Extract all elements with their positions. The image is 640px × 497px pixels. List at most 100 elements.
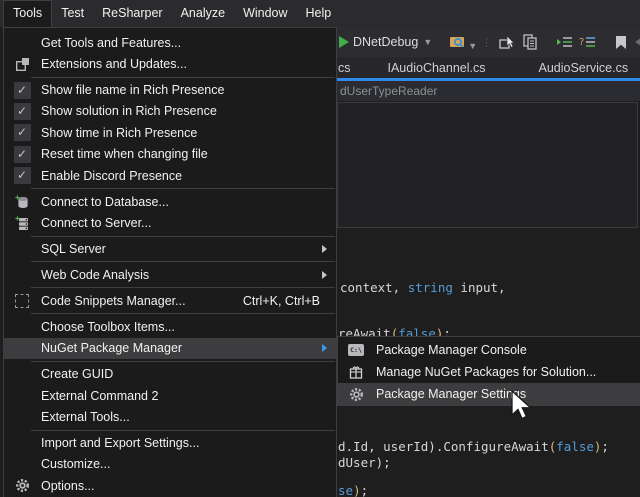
breadcrumb[interactable]: dUserTypeReader: [337, 81, 640, 101]
console-icon: C:\: [344, 344, 368, 356]
code-segment: ;: [361, 483, 369, 497]
check-icon: ✓: [10, 124, 34, 141]
server-icon: +: [10, 215, 34, 231]
menu-item-label: SQL Server: [41, 242, 106, 256]
code-segment: ;: [601, 439, 609, 454]
menu-item-create-guid[interactable]: Create GUID: [4, 364, 336, 385]
menu-item-choose-toolbox-items[interactable]: Choose Toolbox Items...: [4, 316, 336, 337]
menu-item-label: Create GUID: [41, 367, 113, 381]
nuget-submenu: C:\ Package Manager Console Manage NuGet P…: [337, 336, 640, 406]
code-line: dUser);: [338, 455, 391, 470]
menu-separator: [31, 236, 335, 237]
code-segment: d.Id, userId).ConfigureAwait: [338, 439, 549, 454]
menu-item-connect-to-server[interactable]: +Connect to Server...: [4, 212, 336, 233]
svg-text:+: +: [15, 215, 20, 223]
menu-item-label: Customize...: [41, 457, 110, 471]
menu-item-connect-to-database[interactable]: + Connect to Database...: [4, 191, 336, 212]
check-icon: ✓: [10, 103, 34, 120]
submenu-arrow-icon: [322, 245, 327, 253]
svg-text:+: +: [15, 194, 20, 202]
menu-item-label: Connect to Database...: [41, 195, 169, 209]
menu-item-web-code-analysis[interactable]: Web Code Analysis: [4, 264, 336, 285]
menu-item-code-snippets-manager[interactable]: Code Snippets Manager... Ctrl+K, Ctrl+B: [4, 290, 336, 311]
menu-item-enable-discord-presence[interactable]: ✓Enable Discord Presence: [4, 165, 336, 186]
tools-menu: Get Tools and Features... Extensions and …: [3, 27, 337, 497]
snippets-icon: [10, 294, 34, 308]
menu-separator: [31, 430, 335, 431]
menubar-item-resharper[interactable]: ReSharper: [93, 0, 171, 27]
menu-item-sql-server[interactable]: SQL Server: [4, 238, 336, 259]
format-lines-icon[interactable]: ?: [579, 35, 596, 49]
chevron-down-icon[interactable]: ▼: [468, 41, 477, 51]
menu-item-nuget-package-manager[interactable]: NuGet Package Manager: [4, 338, 336, 359]
menu-item-package-manager-console[interactable]: C:\ Package Manager Console: [338, 339, 640, 361]
menu-item-customize[interactable]: Customize...: [4, 454, 336, 475]
menubar-item-window[interactable]: Window: [234, 0, 296, 27]
menubar-item-help[interactable]: Help: [297, 0, 341, 27]
breadcrumb-label: dUserTypeReader: [340, 84, 437, 98]
menu-item-label: Show file name in Rich Presence: [41, 83, 224, 97]
code-line: context, string input,: [340, 280, 506, 295]
menu-item-label: External Tools...: [41, 410, 130, 424]
toolbar: DNetDebug ▼ ▼ ⋮ ?: [337, 27, 640, 57]
menu-separator: [31, 77, 335, 78]
menu-item-get-tools-and-features[interactable]: Get Tools and Features...: [4, 32, 336, 53]
menu-item-label: Package Manager Console: [376, 343, 527, 357]
code-segment: se: [338, 483, 353, 497]
code-segment: dUser);: [338, 455, 391, 470]
copy-icon[interactable]: [522, 34, 538, 50]
tab-cs[interactable]: cs: [338, 61, 351, 75]
menu-item-package-manager-settings[interactable]: Package Manager Settings: [338, 383, 640, 405]
menu-item-show-time-in-rich-presence[interactable]: ✓Show time in Rich Presence: [4, 122, 336, 143]
menu-item-shortcut: Ctrl+K, Ctrl+B: [243, 294, 320, 308]
menu-item-label: Import and Export Settings...: [41, 436, 199, 450]
menu-item-options[interactable]: Options...: [4, 475, 336, 496]
menu-item-label: Options...: [41, 479, 95, 493]
indent-lines-icon[interactable]: [556, 35, 573, 49]
menu-item-extensions-and-updates[interactable]: Extensions and Updates...: [4, 53, 336, 74]
menu-item-label: Reset time when changing file: [41, 147, 208, 161]
menu-item-label: Code Snippets Manager...: [41, 294, 186, 308]
menubar-item-test[interactable]: Test: [52, 0, 93, 27]
menubar: ToolsTestReSharperAnalyzeWindowHelp: [0, 0, 640, 27]
code-segment: string: [408, 280, 453, 295]
editor-panel: [337, 102, 638, 228]
run-config-dropdown[interactable]: DNetDebug ▼: [353, 35, 432, 49]
menu-item-external-tools[interactable]: External Tools...: [4, 406, 336, 427]
menu-item-show-file-name-in-rich-presence[interactable]: ✓Show file name in Rich Presence: [4, 79, 336, 100]
tab-audioservice-cs[interactable]: AudioService.cs: [538, 61, 628, 75]
menu-item-label: NuGet Package Manager: [41, 341, 182, 355]
submenu-arrow-icon: [322, 344, 327, 352]
toolbar-grip[interactable]: ⋮: [481, 36, 492, 49]
editor[interactable]: [337, 101, 640, 497]
menu-separator: [31, 261, 335, 262]
menu-item-label: Manage NuGet Packages for Solution...: [376, 365, 596, 379]
menu-item-label: Get Tools and Features...: [41, 36, 181, 50]
submenu-arrow-icon: [322, 271, 327, 279]
menubar-item-tools[interactable]: Tools: [3, 0, 52, 27]
tab-iaudiochannel-cs[interactable]: IAudioChannel.cs: [388, 61, 486, 75]
menu-item-label: External Command 2: [41, 389, 158, 403]
menu-item-import-and-export-settings[interactable]: Import and Export Settings...: [4, 432, 336, 453]
vs-window: ToolsTestReSharperAnalyzeWindowHelp DNet…: [0, 0, 640, 497]
navigate-cursor-icon[interactable]: [499, 35, 516, 50]
prev-bookmark-icon[interactable]: [634, 35, 640, 50]
menu-separator: [31, 313, 335, 314]
gear-icon: [10, 478, 34, 493]
run-icon[interactable]: [339, 36, 349, 48]
chevron-down-icon: ▼: [423, 37, 432, 47]
menubar-item-analyze[interactable]: Analyze: [172, 0, 234, 27]
menu-item-label: Enable Discord Presence: [41, 169, 182, 183]
search-in-solution-icon[interactable]: [449, 34, 467, 50]
menu-item-show-solution-in-rich-presence[interactable]: ✓ Show solution in Rich Presence: [4, 101, 336, 122]
menu-item-manage-nuget-packages-for-solution[interactable]: Manage NuGet Packages for Solution...: [338, 361, 640, 383]
menu-item-external-command-2[interactable]: External Command 2: [4, 385, 336, 406]
bookmark-icon[interactable]: [614, 35, 628, 50]
code-line: se);: [338, 483, 368, 497]
gear-icon: [344, 387, 368, 402]
menu-item-label: Extensions and Updates...: [41, 57, 187, 71]
extensions-icon: [10, 57, 34, 72]
menu-item-label: Show solution in Rich Presence: [41, 104, 217, 118]
run-config-label: DNetDebug: [353, 35, 418, 49]
menu-item-reset-time-when-changing-file[interactable]: ✓Reset time when changing file: [4, 144, 336, 165]
